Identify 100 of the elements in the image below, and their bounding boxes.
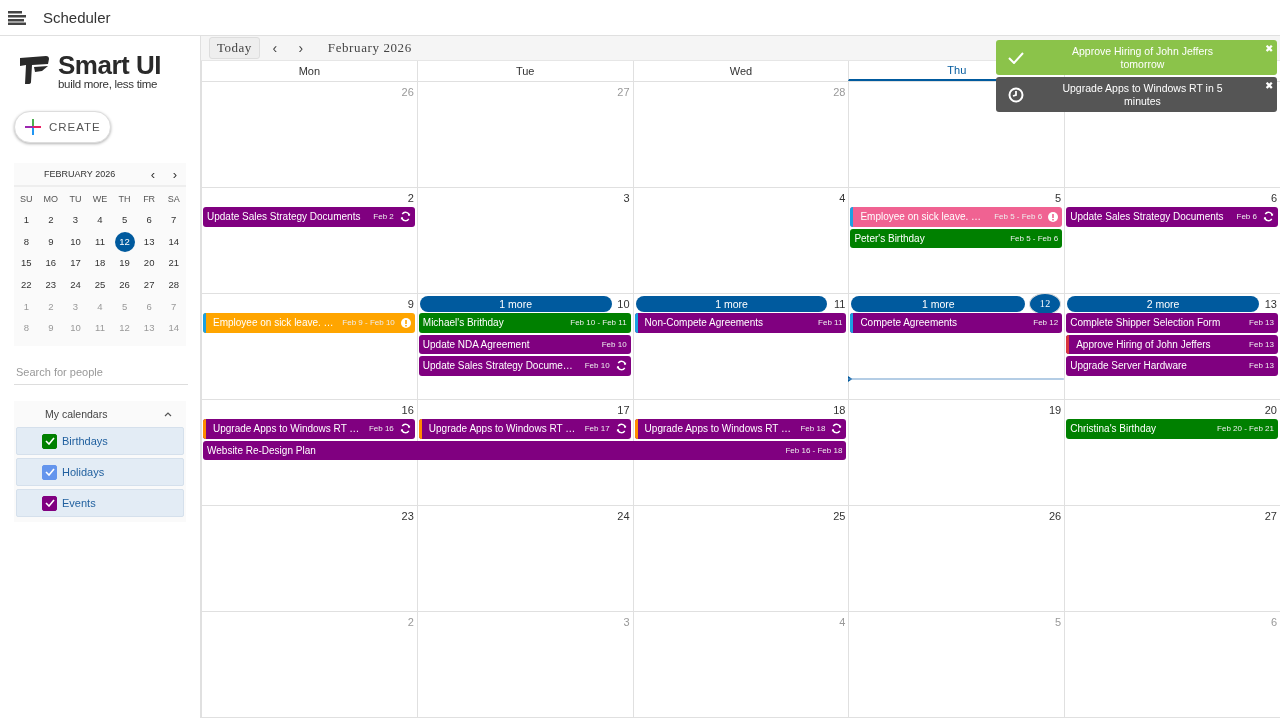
day-cell[interactable]: 27 [1064,506,1280,611]
mini-calendar-day[interactable]: 25 [87,275,113,297]
create-button[interactable]: CREATE [14,111,111,143]
mini-calendar-day[interactable]: 15 [14,253,39,276]
next-month-button[interactable]: › [164,166,186,182]
event[interactable]: Website Re-Design Plan Feb 16 - Feb 18 [203,440,847,460]
event-title: Update NDA Agreement [421,338,531,350]
day-number: 12 [1029,292,1062,315]
day-cell[interactable]: 23 [201,506,417,611]
event-date: Feb 13 [1249,361,1274,371]
day-cell[interactable]: 19 [848,400,1065,505]
event-date: Feb 18 [800,424,826,434]
event[interactable]: Update Sales Strategy Documents Feb 2 [203,207,415,227]
previous-button[interactable]: ‹ [263,39,286,58]
event-title: Upgrade Apps to Windows RT … [427,423,577,435]
event-date: Feb 2 [373,212,394,222]
logo-name: Smart UI [58,52,161,78]
more-events-button[interactable]: 1 more [851,295,1026,312]
event-title: Christina's Birthday [1069,423,1158,435]
mini-calendar-day[interactable]: 1 [14,210,39,232]
day-number: 4 [838,191,846,204]
mini-calendar-day[interactable]: 14 [161,231,186,254]
check-icon [1008,51,1024,64]
event[interactable]: Christina's Birthday Feb 20 - Feb 21 [1066,419,1278,439]
mini-calendar-day[interactable]: 21 [161,253,186,276]
day-cell[interactable]: 3 [416,188,633,293]
today-button[interactable]: Today [209,37,260,60]
mini-calendar-day[interactable]: 17 [63,253,88,276]
mini-calendar-day[interactable]: 18 [87,253,113,276]
event-date: Feb 10 - Feb 11 [570,318,627,328]
event[interactable]: Upgrade Apps to Windows RT … Feb 17 [418,419,631,439]
event[interactable]: Update NDA Agreement Feb 10 [418,334,631,354]
mini-calendar-day[interactable]: 11 [87,231,113,254]
mini-calendar-day[interactable]: 5 [112,210,137,232]
day-number: 10 [616,297,630,310]
more-events-button[interactable]: 1 more [419,295,612,312]
mini-calendar-day[interactable]: 10 [63,231,88,254]
mini-calendar-day[interactable]: 22 [14,275,39,297]
mini-calendar-day[interactable]: 16 [38,253,64,276]
more-events-button[interactable]: 1 more [635,295,828,312]
mini-calendar-day[interactable]: 4 [87,210,113,232]
mini-calendar-day[interactable]: 20 [136,253,162,276]
event-date: Feb 5 - Feb 6 [994,212,1043,222]
event[interactable]: Michael's Brithday Feb 10 - Feb 11 [418,313,631,333]
day-cell[interactable]: 25 [632,506,849,611]
day-number: 24 [616,509,630,522]
notification-text: Upgrade Apps to Windows RT in 5 minutes [1061,80,1224,109]
event-date: Feb 10 [584,361,610,371]
event-title: Website Re-Design Plan [206,444,317,456]
logo-tagline: build more, less time [58,78,159,91]
event[interactable]: Peter's Birthday Feb 5 - Feb 6 [850,228,1063,248]
calendars-title: My calendars [45,408,109,421]
mini-calendar-day[interactable]: 2 [38,210,64,232]
calendar-item[interactable]: Holidays [16,458,184,487]
calendar-item[interactable]: Birthdays [16,427,184,456]
mini-calendar-day[interactable]: 26 [112,275,137,297]
previous-month-button[interactable]: ‹ [142,166,164,182]
event[interactable]: Approve Hiring of John Jeffers Feb 13 [1066,334,1278,354]
weekday-label: SU [19,193,34,206]
event-title: Approve Hiring of John Jeffers [1075,338,1212,350]
checkbox[interactable] [42,433,57,449]
mini-calendar-day[interactable]: 8 [14,231,39,254]
mini-calendar-day[interactable]: 13 [136,231,162,254]
mini-calendar-day[interactable]: 27 [136,275,162,297]
close-button[interactable]: ✖ [1265,80,1273,91]
day-cell[interactable]: 24 [416,506,633,611]
day-number: 3 [622,615,630,628]
next-button[interactable]: › [289,39,312,58]
mini-calendar-day[interactable]: 23 [38,275,64,297]
event[interactable]: Upgrade Apps to Windows RT … Feb 16 [203,419,415,439]
calendar-item[interactable]: Events [16,489,184,518]
weekday-label: TU [68,193,83,206]
alert-icon [400,317,411,328]
event[interactable]: Update Sales Strategy Docume… Feb 10 [418,356,631,376]
mini-calendar-day[interactable]: 12 [114,231,135,252]
event-date: Feb 17 [584,424,610,434]
checkbox[interactable] [42,495,57,511]
event[interactable]: Upgrade Server Hardware Feb 13 [1066,356,1278,376]
mini-calendar-day[interactable]: 9 [38,231,64,254]
more-events-button[interactable]: 2 more [1067,295,1259,312]
mini-calendar-day[interactable]: 7 [161,210,186,232]
mini-calendar-day[interactable]: 6 [136,210,162,232]
checkbox[interactable] [42,464,57,480]
mini-calendar-day[interactable]: 19 [112,253,137,276]
repeat-icon [615,360,627,372]
repeat-icon [1263,211,1274,223]
menu-icon[interactable] [8,10,26,25]
event[interactable]: Upgrade Apps to Windows RT … Feb 18 [634,419,847,439]
day-cell[interactable]: 4 [632,188,849,293]
event[interactable]: Update Sales Strategy Documents Feb 6 [1066,207,1278,227]
day-number: 27 [616,85,630,98]
chevron-icon[interactable] [164,411,172,417]
mini-calendar-day[interactable]: 28 [161,275,186,297]
event[interactable]: Compete Agreements Feb 12 [850,313,1063,333]
day-number: 27 [1263,509,1277,522]
mini-calendar-day[interactable]: 3 [63,210,88,232]
day-cell[interactable]: 26 [848,506,1065,611]
event[interactable]: Complete Shipper Selection Form Feb 13 [1066,313,1278,333]
mini-calendar-day[interactable]: 24 [63,275,88,297]
event[interactable]: Non-Compete Agreements Feb 11 [634,313,847,333]
